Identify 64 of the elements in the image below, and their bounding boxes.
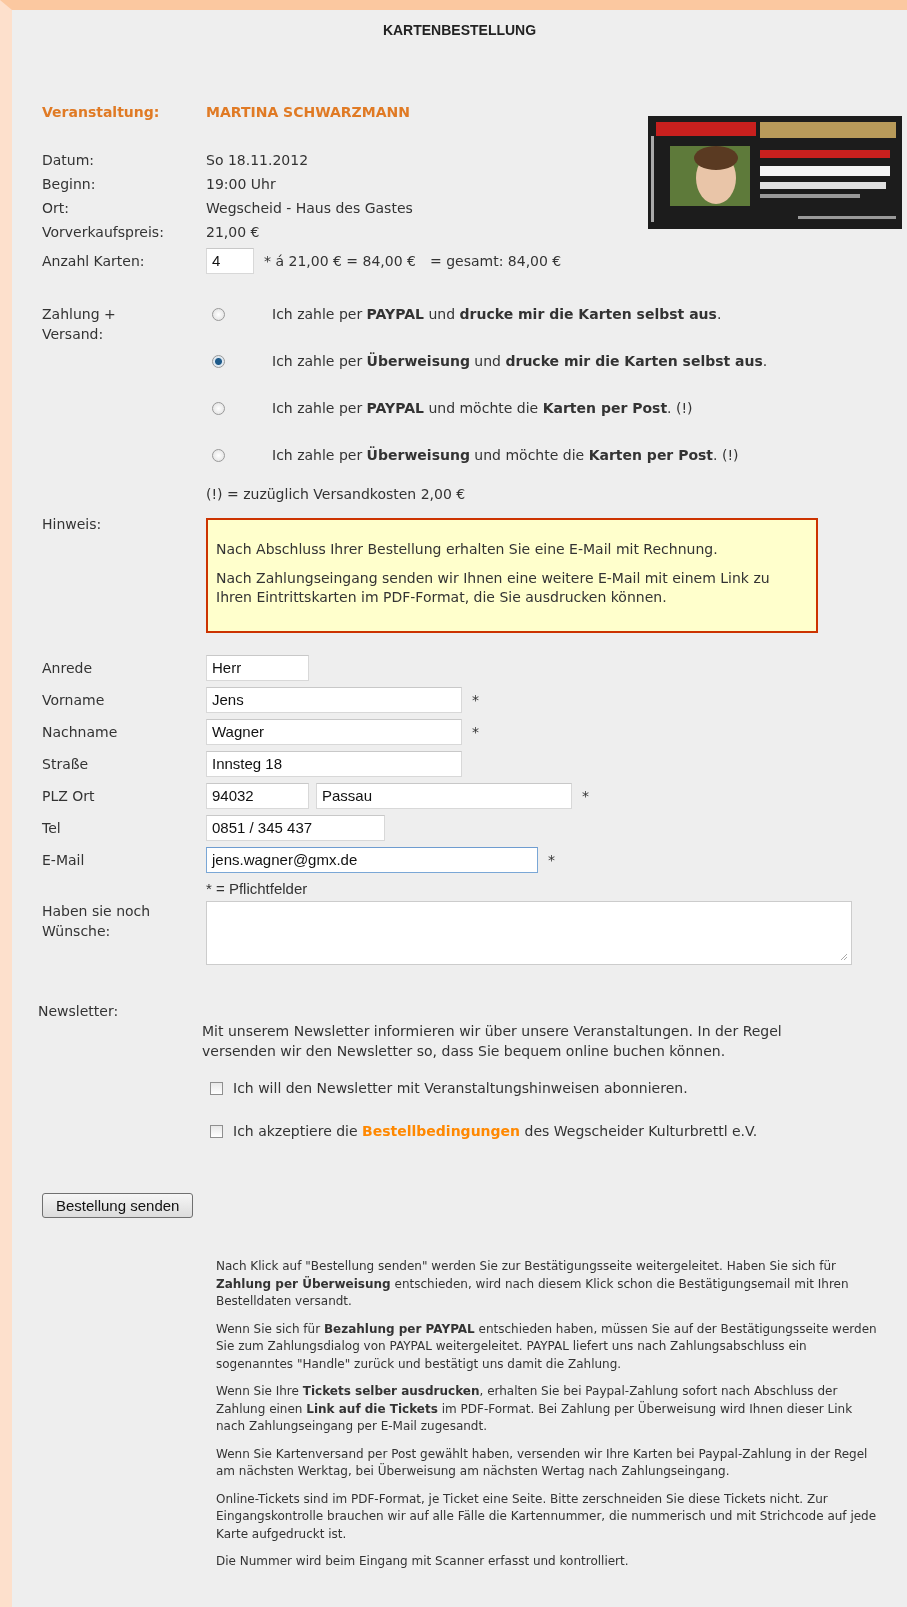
radio-button[interactable] <box>212 354 225 368</box>
required-marker: * <box>548 851 555 870</box>
checkbox[interactable] <box>210 1081 223 1095</box>
newsletter-label: Newsletter: <box>38 1002 120 1021</box>
field-label: E-Mail <box>42 851 86 870</box>
field-label: PLZ Ort <box>42 787 96 806</box>
hint-text: Nach Abschluss Ihrer Bestellung erhalten Sie eine E-Mail mit Rechnung. <box>216 540 719 559</box>
resize-grip-icon[interactable] <box>840 953 848 961</box>
checkbox-label: Ich will den Newsletter mit Veranstaltungshinweisen abonnieren. <box>233 1079 688 1098</box>
detail-value: So 18.11.2012 <box>206 151 309 170</box>
radio-button[interactable] <box>212 307 225 321</box>
info-paragraph: Wenn Sie sich für Bezahlung per PAYPAL entschieden haben, müssen Sie auf der Bestätigungsseite werden Sie zum Zahlungsdialog von PAYPAL weitergeleitet. PAYPAL liefert uns nach Zahlungsabschluss ein sogenanntes "Handle" zurück und bestätigt uns damit die Zahlung. <box>216 1320 878 1373</box>
info-paragraph: Die Nummer wird beim Eingang mit Scanner erfasst und kontrolliert. <box>216 1553 630 1570</box>
event-name: MARTINA SCHWARZMANN <box>206 103 410 122</box>
payment-option[interactable]: Ich zahle per Überweisung und drucke mir die Karten selbst aus. <box>272 351 768 371</box>
info-paragraph: Wenn Sie Ihre Tickets selber ausdrucken, erhalten Sie bei Paypal-Zahlung sofort nach Abschluss der Zahlung einen Link auf die Tickets im PDF-Format. Bei Zahlung per Überweisung wird Ihnen dieser Link nach Zahlungseingang per E-Mail zugesandt. <box>216 1383 854 1435</box>
input-field[interactable]: Wagner <box>206 719 462 745</box>
input-field[interactable]: jens.wagner@gmx.de <box>206 847 538 873</box>
detail-label: Beginn: <box>42 175 97 194</box>
payment-option[interactable]: Ich zahle per PAYPAL und möchte die Karten per Post. (!) <box>272 398 693 418</box>
hint-label: Hinweis: <box>42 515 103 534</box>
detail-label: Datum: <box>42 151 96 170</box>
hint-text: Nach Zahlungseingang senden wir Ihnen eine weitere E-Mail mit einem Link zu Ihren Eintrittskarten im PDF-Format, die Sie ausdrucken können. <box>216 569 771 607</box>
radio-button[interactable] <box>212 401 225 415</box>
input-field[interactable]: Herr <box>206 655 309 681</box>
field-label: Anrede <box>42 659 93 678</box>
detail-label: Ort: <box>42 199 70 218</box>
radio-button[interactable] <box>212 448 225 462</box>
input-field[interactable]: Jens <box>206 687 462 713</box>
wishes-label: Haben sie noch Wünsche: <box>42 902 152 941</box>
info-paragraph: Nach Klick auf "Bestellung senden" werden Sie zur Bestätigungsseite weitergeleitet. Haben Sie sich für Zahlung per Überweisung entschieden, wird nach diesem Klick schon die Bestätigungsemail mit Ihren Bestelldaten versandt. <box>216 1258 850 1310</box>
wishes-field[interactable] <box>206 901 852 965</box>
detail-value: 19:00 Uhr <box>206 175 276 194</box>
ticket-count-label: Anzahl Karten: <box>42 252 146 271</box>
detail-value: 21,00 € <box>206 223 260 242</box>
field-label: Tel <box>42 819 62 838</box>
field-label: Straße <box>42 755 90 774</box>
page-title: KARTENBESTELLUNG <box>381 22 538 38</box>
input-field[interactable]: Innsteg 18 <box>206 751 462 777</box>
shipping-note: (!) = zuzüglich Versandkosten 2,00 € <box>206 485 467 504</box>
detail-value: Wegscheid - Haus des Gastes <box>206 199 413 218</box>
detail-label: Vorverkaufspreis: <box>42 223 165 242</box>
checkbox[interactable] <box>210 1124 223 1138</box>
field-label: Vorname <box>42 691 106 710</box>
price-calculation: * á 21,00 € = 84,00 € <box>264 252 416 271</box>
input-field[interactable]: Passau <box>316 783 572 809</box>
info-paragraph: Wenn Sie Kartenversand per Post gewählt haben, versenden wir Ihre Karten bei Paypal-Zahlung in der Regel am nächsten Werktag, bei Überweisung am nächsten Wertag nach Zahlungseingang. <box>216 1445 869 1480</box>
required-marker: * <box>582 787 589 806</box>
payment-option[interactable]: Ich zahle per PAYPAL und drucke mir die Karten selbst aus. <box>272 304 722 324</box>
newsletter-text: Mit unserem Newsletter informieren wir über unsere Veranstaltungen. In der Regel versenden wir den Newsletter so, dass Sie bequem online buchen können. <box>202 1022 783 1061</box>
total-price: = gesamt: 84,00 € <box>430 252 562 271</box>
input-field[interactable]: 0851 / 345 437 <box>206 815 385 841</box>
event-label: Veranstaltung: <box>42 103 161 122</box>
payment-option[interactable]: Ich zahle per Überweisung und möchte die Karten per Post. (!) <box>272 445 739 465</box>
checkbox-label: Ich akzeptiere die Bestellbedingungen des Wegscheider Kulturbrettl e.V. <box>233 1122 758 1141</box>
field-label: Nachname <box>42 723 119 742</box>
required-note: * = Pflichtfelder <box>206 879 308 899</box>
ticket-count-field[interactable]: 4 <box>206 248 254 274</box>
submit-button[interactable]: Bestellung senden <box>42 1193 194 1218</box>
required-marker: * <box>472 723 479 742</box>
required-marker: * <box>472 691 479 710</box>
payment-label: Zahlung + Versand: <box>42 305 117 344</box>
input-field[interactable]: 94032 <box>206 783 309 809</box>
info-paragraph: Online-Tickets sind im PDF-Format, je Ticket eine Seite. Bitte zerschneiden Sie diese Tickets nicht. Zur Eingangskontrolle brauchen wir auf alle Fälle die Kartennummer, die nummerisch und mit Strichcode auf jede Karte aufgedruckt ist. <box>216 1490 878 1543</box>
